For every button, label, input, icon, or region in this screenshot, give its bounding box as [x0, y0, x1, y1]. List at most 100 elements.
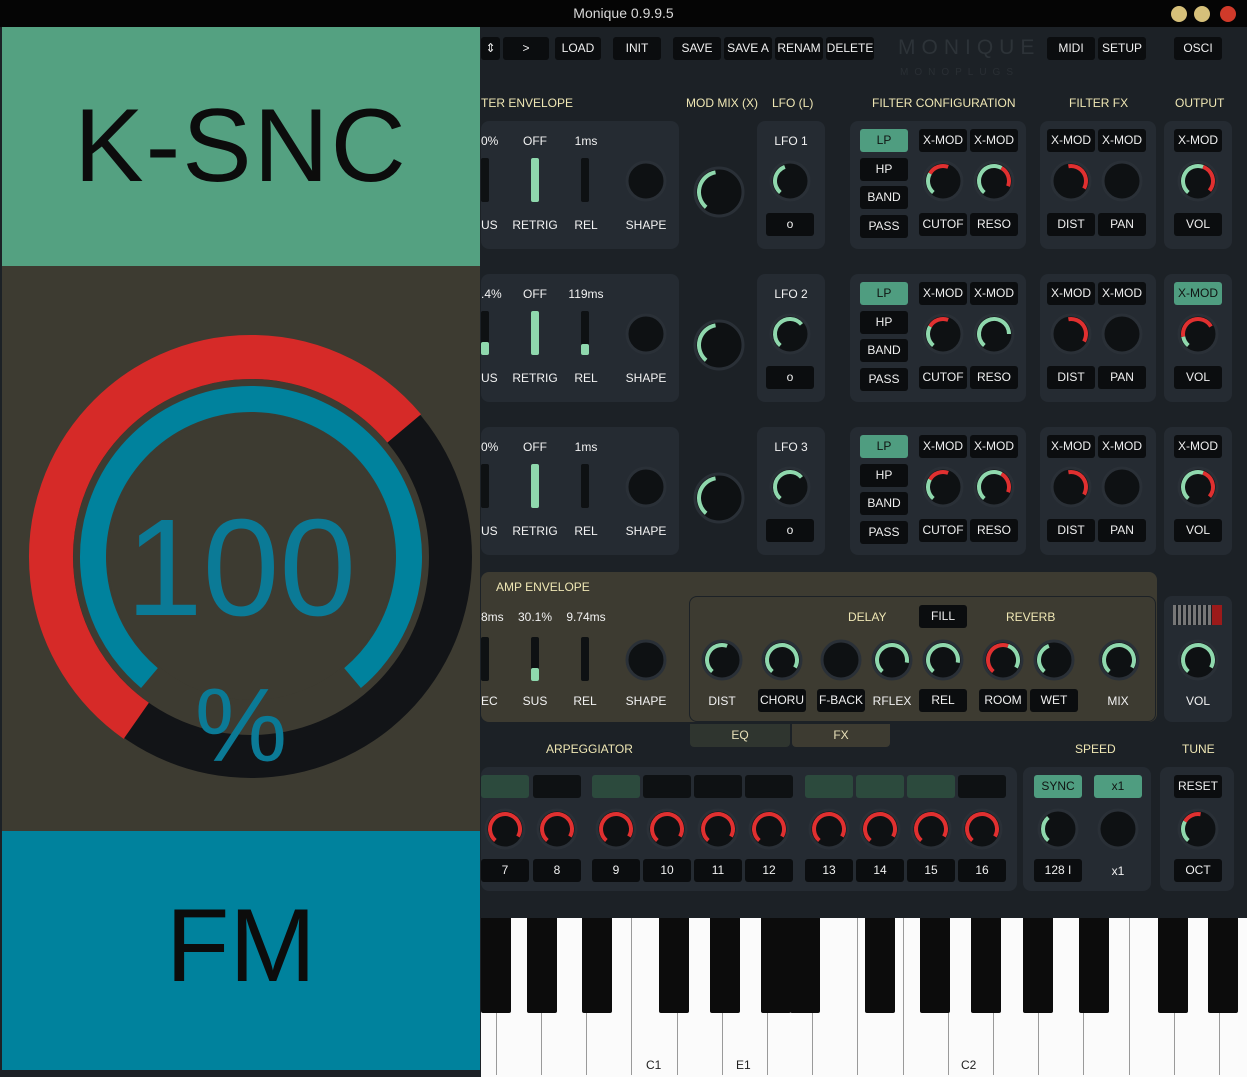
amp-rel-slider[interactable] — [581, 637, 589, 681]
cutoff-knob[interactable] — [920, 158, 966, 204]
arp-step-number[interactable]: 8 — [533, 859, 581, 882]
lfo-knob[interactable] — [767, 158, 813, 204]
feedback-knob[interactable] — [818, 637, 864, 683]
filter-type-button[interactable]: LP — [860, 435, 908, 458]
load-button[interactable]: LOAD — [555, 37, 601, 60]
env-shape-knob[interactable] — [623, 311, 669, 357]
reset-button[interactable]: RESET — [1174, 775, 1222, 798]
pan-xmod-button[interactable]: X-MOD — [1098, 282, 1146, 305]
env-sus-slider[interactable] — [481, 311, 489, 355]
dist-knob[interactable] — [1048, 311, 1094, 357]
master-volume-knob[interactable] — [1175, 637, 1221, 683]
arp-step-gate[interactable] — [643, 775, 691, 798]
rename-button[interactable]: RENAM — [775, 37, 823, 60]
env-sus-slider[interactable] — [481, 158, 489, 202]
sync-button[interactable]: SYNC — [1034, 775, 1082, 798]
tab-eq[interactable]: EQ — [690, 724, 790, 747]
octave-knob[interactable] — [1175, 806, 1221, 852]
mod-mix-knob[interactable] — [680, 459, 758, 537]
output-volume-knob[interactable] — [1175, 158, 1221, 204]
fx-dist-knob[interactable] — [699, 637, 745, 683]
arp-step-knob[interactable] — [959, 806, 1005, 852]
arp-step-gate[interactable] — [745, 775, 793, 798]
output-volume-label[interactable]: VOL — [1174, 366, 1222, 389]
output-xmod-button[interactable]: X-MOD — [1174, 129, 1222, 152]
filter-type-button[interactable]: LP — [860, 282, 908, 305]
setup-button[interactable]: SETUP — [1098, 37, 1146, 60]
arp-step-gate[interactable] — [694, 775, 742, 798]
arp-step-gate[interactable] — [805, 775, 853, 798]
env-shape-knob[interactable] — [623, 464, 669, 510]
env-sus-slider[interactable] — [481, 464, 489, 508]
black-key[interactable] — [790, 918, 820, 1013]
init-button[interactable]: INIT — [613, 37, 661, 60]
arp-step-gate[interactable] — [907, 775, 955, 798]
lfo-wave-button[interactable]: o — [766, 366, 814, 389]
dist-xmod-button[interactable]: X-MOD — [1047, 129, 1095, 152]
arp-step-number[interactable]: 7 — [481, 859, 529, 882]
pan-xmod-button[interactable]: X-MOD — [1098, 435, 1146, 458]
arp-step-gate[interactable] — [958, 775, 1006, 798]
save-button[interactable]: SAVE — [673, 37, 721, 60]
arp-step-number[interactable]: 14 — [856, 859, 904, 882]
filter-type-button[interactable]: HP — [860, 310, 908, 334]
output-volume-knob[interactable] — [1175, 464, 1221, 510]
arp-step-knob[interactable] — [593, 806, 639, 852]
arp-step-number[interactable]: 13 — [805, 859, 853, 882]
dist-knob[interactable] — [1048, 464, 1094, 510]
output-volume-label[interactable]: VOL — [1174, 519, 1222, 542]
filter-type-button[interactable]: HP — [860, 463, 908, 487]
mod-mix-knob[interactable] — [680, 153, 758, 231]
filter-type-button[interactable]: PASS — [860, 367, 908, 391]
black-key[interactable] — [659, 918, 689, 1013]
black-key[interactable] — [527, 918, 557, 1013]
amp-sus-slider[interactable] — [531, 637, 539, 681]
close-icon[interactable] — [1220, 6, 1236, 22]
arp-step-number[interactable]: 9 — [592, 859, 640, 882]
black-key[interactable] — [761, 918, 791, 1013]
arp-step-number[interactable]: 16 — [958, 859, 1006, 882]
retrig-slider[interactable] — [531, 311, 539, 355]
next-program-button[interactable]: > — [503, 37, 549, 60]
feedback-button[interactable]: F-BACK — [817, 689, 865, 712]
arp-step-knob[interactable] — [534, 806, 580, 852]
arp-step-knob[interactable] — [857, 806, 903, 852]
black-key[interactable] — [582, 918, 612, 1013]
reso-label[interactable]: RESO — [970, 366, 1018, 389]
black-key[interactable] — [865, 918, 895, 1013]
piano-keyboard[interactable]: C1 E1 C2 — [481, 918, 1247, 1077]
dist-label[interactable]: DIST — [1047, 213, 1095, 236]
dist-knob[interactable] — [1048, 158, 1094, 204]
octave-button[interactable]: OCT — [1174, 859, 1222, 882]
filter-type-button[interactable]: BAND — [860, 186, 908, 209]
rel-button[interactable]: REL — [919, 689, 967, 712]
osci-button[interactable]: OSCI — [1174, 37, 1222, 60]
room-knob[interactable] — [980, 637, 1026, 683]
delete-button[interactable]: DELETE — [826, 37, 874, 60]
mod-mix-knob[interactable] — [680, 306, 758, 384]
filter-type-button[interactable]: PASS — [860, 520, 908, 544]
lfo-knob[interactable] — [767, 464, 813, 510]
reso-knob[interactable] — [971, 311, 1017, 357]
pan-xmod-button[interactable]: X-MOD — [1098, 129, 1146, 152]
dist-label[interactable]: DIST — [1047, 519, 1095, 542]
arp-step-number[interactable]: 12 — [745, 859, 793, 882]
reverb-rel-knob[interactable] — [920, 637, 966, 683]
cutoff-label[interactable]: CUTOF — [919, 519, 967, 542]
chorus-knob[interactable] — [759, 637, 805, 683]
reso-knob[interactable] — [971, 158, 1017, 204]
amp-dec-slider[interactable] — [481, 637, 489, 681]
arp-step-knob[interactable] — [695, 806, 741, 852]
retrig-slider[interactable] — [531, 158, 539, 202]
black-key[interactable] — [1023, 918, 1053, 1013]
env-rel-slider[interactable] — [581, 464, 589, 508]
lfo-wave-button[interactable]: o — [766, 519, 814, 542]
filter-type-button[interactable]: BAND — [860, 339, 908, 362]
black-key[interactable] — [710, 918, 740, 1013]
cutoff-xmod-button[interactable]: X-MOD — [919, 282, 967, 305]
pan-label[interactable]: PAN — [1098, 366, 1146, 389]
reso-xmod-button[interactable]: X-MOD — [970, 435, 1018, 458]
arp-step-knob[interactable] — [806, 806, 852, 852]
speed-mult-knob[interactable] — [1095, 806, 1141, 852]
arp-step-knob[interactable] — [908, 806, 954, 852]
